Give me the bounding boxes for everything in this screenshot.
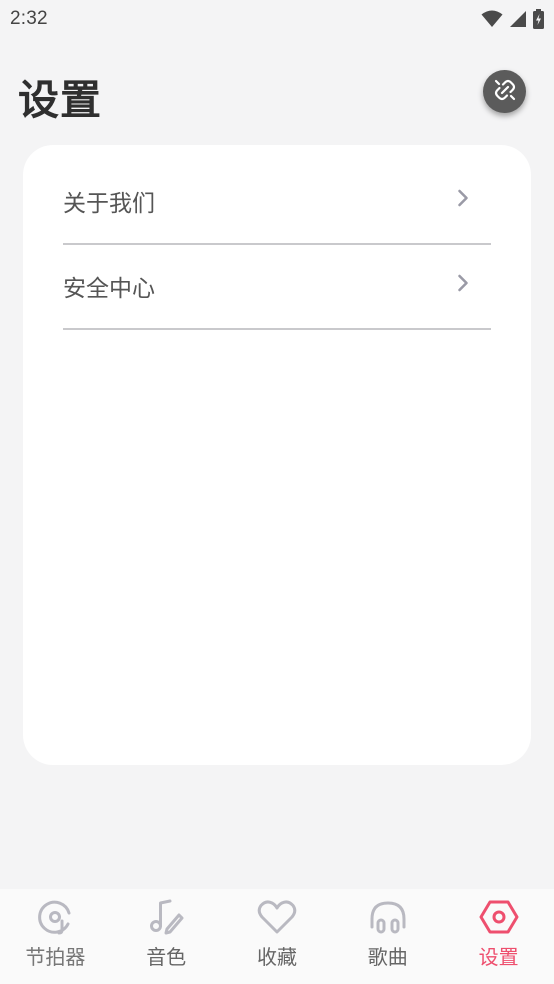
tab-metronome[interactable]: 节拍器 [0,889,111,984]
chevron-right-icon [457,274,469,296]
settings-item-about-us[interactable]: 关于我们 [63,160,491,245]
status-time: 2:32 [10,8,48,29]
signal-icon [509,10,527,28]
battery-charging-icon [533,9,544,29]
tab-label: 歌曲 [367,945,408,969]
tab-label: 设置 [478,945,519,969]
tab-favorites[interactable]: 收藏 [222,889,333,984]
settings-item-label: 关于我们 [63,190,155,217]
tab-label: 节拍器 [25,945,86,969]
settings-item-security-center[interactable]: 安全中心 [63,245,491,330]
tab-label: 音色 [146,945,187,969]
headphones-icon [368,897,408,937]
unlink-button[interactable] [483,70,526,113]
page-title: 设置 [18,76,102,124]
settings-hexagon-icon [478,897,520,937]
status-icons [481,9,544,29]
heart-icon [256,897,298,937]
status-bar: 2:32 [0,0,554,38]
tab-songs[interactable]: 歌曲 [332,889,443,984]
tab-timbre[interactable]: 音色 [111,889,222,984]
music-note-edit-icon [146,897,186,937]
metronome-disc-icon [35,897,75,937]
tab-label: 收藏 [256,945,297,969]
settings-card: 关于我们 安全中心 [23,145,531,765]
unlink-icon [493,78,517,106]
settings-item-label: 安全中心 [63,275,155,302]
wifi-icon [481,10,503,28]
chevron-right-icon [457,189,469,211]
tab-settings[interactable]: 设置 [443,889,554,984]
bottom-tab-bar: 节拍器 音色 收藏 歌曲 设置 [0,889,554,984]
